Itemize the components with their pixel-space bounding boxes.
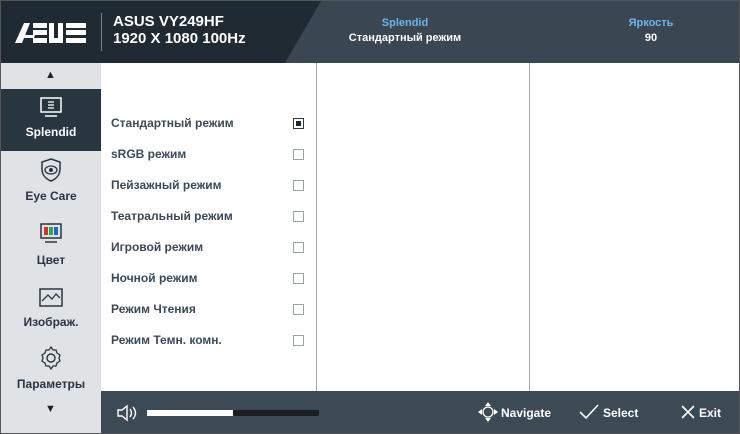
brightness-status: Яркость 90	[611, 16, 691, 46]
sidebar-item-label: Eye Care	[25, 189, 77, 203]
sidebar-item-label: Параметры	[16, 377, 86, 391]
volume-slider-fill	[147, 410, 233, 416]
sidebar-item-eye-care[interactable]: Eye Care	[1, 153, 101, 215]
checkbox-srgb-mode[interactable]	[293, 149, 304, 160]
osd-header: ASUS VY249HF 1920 X 1080 100Hz Splendid …	[1, 1, 739, 63]
image-icon	[39, 288, 63, 307]
logo-divider	[101, 13, 102, 51]
sidebar-footer: ▼	[1, 391, 101, 433]
sidebar-item-splendid[interactable]: Splendid	[1, 89, 101, 151]
navigate-icon	[478, 402, 498, 422]
splendid-icon	[40, 97, 62, 117]
checkbox-darkroom-mode[interactable]	[293, 335, 304, 346]
option-theater-mode[interactable]: Театральный режим	[111, 206, 311, 226]
option-landscape-mode[interactable]: Пейзажный режим	[111, 175, 311, 195]
volume-slider[interactable]	[147, 410, 319, 416]
checkbox-standard-mode[interactable]	[293, 118, 304, 129]
sidebar-item-label: Цвет	[36, 253, 66, 267]
volume-icon	[117, 404, 137, 422]
option-night-mode[interactable]: Ночной режим	[111, 268, 311, 288]
settings-icon	[41, 345, 61, 371]
eye-care-icon	[41, 158, 61, 182]
option-game-mode[interactable]: Игровой режим	[111, 237, 311, 257]
sidebar-item-image[interactable]: Изображ.	[1, 281, 101, 343]
mode-status-label: Splendid	[381, 17, 429, 29]
select-check-icon	[579, 404, 599, 420]
checkbox-theater-mode[interactable]	[293, 211, 304, 222]
checkbox-game-mode[interactable]	[293, 242, 304, 253]
asus-logo	[15, 23, 86, 43]
checkbox-landscape-mode[interactable]	[293, 180, 304, 191]
checkbox-reading-mode[interactable]	[293, 304, 304, 315]
option-reading-mode[interactable]: Режим Чтения	[111, 299, 311, 319]
sidebar-item-label: Изображ.	[23, 315, 79, 329]
brightness-status-value: 90	[644, 32, 658, 44]
checkbox-night-mode[interactable]	[293, 273, 304, 284]
mode-status-value: Стандартный режим	[348, 32, 462, 44]
sidebar-item-color[interactable]: Цвет	[1, 217, 101, 279]
model-name: ASUS VY249HF	[113, 13, 224, 30]
option-srgb-mode[interactable]: sRGB режим	[111, 144, 311, 164]
model-info: ASUS VY249HF 1920 X 1080 100Hz	[113, 13, 246, 47]
option-darkroom-mode[interactable]: Режим Темн. комн.	[111, 330, 311, 350]
sidebar-item-label: Splendid	[25, 125, 77, 139]
model-resolution: 1920 X 1080 100Hz	[113, 30, 246, 47]
exit-label: Exit	[699, 406, 722, 420]
monitor-osd: ASUS VY249HF 1920 X 1080 100Hz Splendid …	[0, 0, 740, 434]
value-column	[529, 63, 740, 391]
submenu-column	[316, 63, 530, 391]
brightness-status-label: Яркость	[628, 17, 674, 29]
menu-sidebar: ▲ Splendid Eye Care Цвет Изображ. Параме…	[1, 63, 101, 391]
color-icon	[40, 223, 62, 243]
select-label: Select	[603, 406, 639, 420]
option-standard-mode[interactable]: Стандартный режим	[111, 113, 311, 133]
exit-close-icon	[681, 405, 695, 419]
scroll-down-arrow-icon[interactable]: ▼	[45, 403, 56, 415]
navigate-label: Navigate	[501, 406, 552, 420]
scroll-up-arrow-icon[interactable]: ▲	[45, 69, 56, 81]
current-mode-status: Splendid Стандартный режим	[337, 16, 473, 46]
